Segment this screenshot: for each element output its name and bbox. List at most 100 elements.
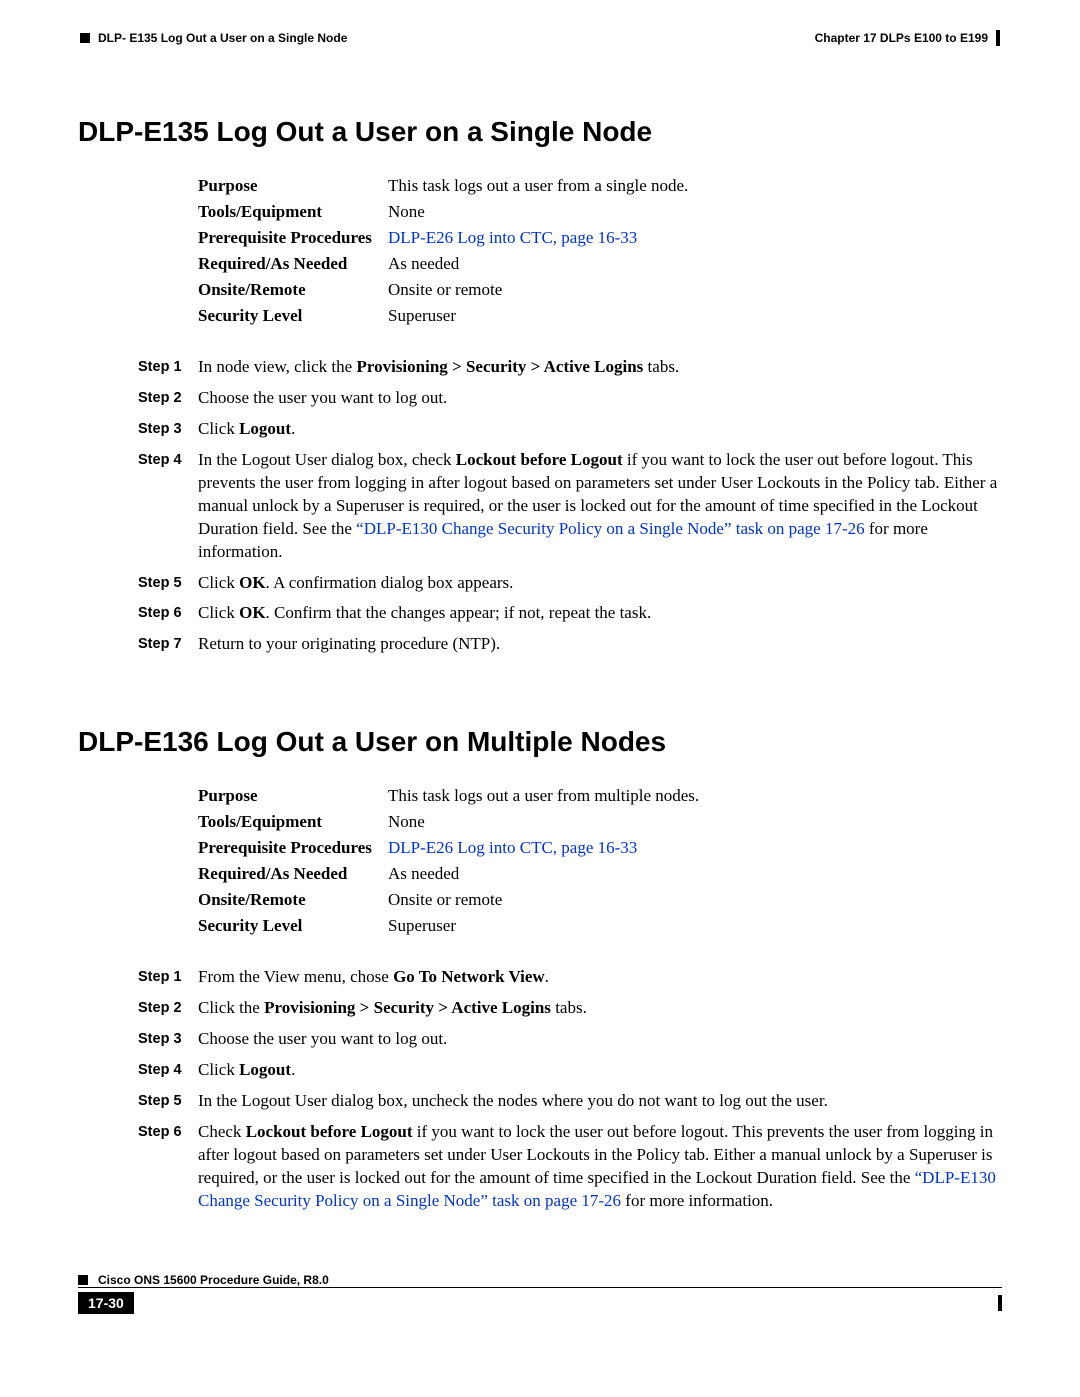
spec-table-e136: Purpose This task logs out a user from m… <box>198 786 1002 936</box>
step-row: Step 6 Check Lockout before Logout if yo… <box>138 1121 1002 1213</box>
step-text: Check <box>198 1122 246 1141</box>
header-right: Chapter 17 DLPs E100 to E199 <box>815 30 1000 46</box>
spec-label: Required/As Needed <box>198 254 388 274</box>
spec-label: Required/As Needed <box>198 864 388 884</box>
step-row: Step 2 Choose the user you want to log o… <box>138 387 1002 410</box>
step-bold: Lockout before Logout <box>456 450 623 469</box>
steps-e135: Step 1 In node view, click the Provision… <box>138 356 1002 656</box>
spec-value: Onsite or remote <box>388 890 1002 910</box>
spec-value: As needed <box>388 254 1002 274</box>
step-row: Step 2 Click the Provisioning > Security… <box>138 997 1002 1020</box>
spec-value: As needed <box>388 864 1002 884</box>
vertical-rule-icon <box>998 1295 1002 1311</box>
step-bold: Provisioning > Security > Active Logins <box>264 998 551 1017</box>
footer-rule <box>78 1287 1002 1288</box>
step-label: Step 5 <box>138 572 198 595</box>
spec-row: Prerequisite Procedures DLP-E26 Log into… <box>198 838 1002 858</box>
spec-row: Tools/Equipment None <box>198 812 1002 832</box>
square-bullet-icon <box>80 33 90 43</box>
step-row: Step 7 Return to your originating proced… <box>138 633 1002 656</box>
step-label: Step 2 <box>138 387 198 410</box>
step-bold: OK <box>239 603 265 622</box>
step-text: Click <box>198 419 239 438</box>
page-number: 17-30 <box>78 1292 134 1314</box>
step-row: Step 1 In node view, click the Provision… <box>138 356 1002 379</box>
step-body: Click OK. Confirm that the changes appea… <box>198 602 1002 625</box>
prereq-link[interactable]: DLP-E26 Log into CTC, page 16-33 <box>388 228 637 247</box>
step-label: Step 4 <box>138 449 198 564</box>
step-bold: Logout <box>239 1060 291 1079</box>
spec-row: Security Level Superuser <box>198 306 1002 326</box>
spec-label: Security Level <box>198 916 388 936</box>
step-row: Step 3 Click Logout. <box>138 418 1002 441</box>
step-row: Step 4 Click Logout. <box>138 1059 1002 1082</box>
step-body: Click the Provisioning > Security > Acti… <box>198 997 1002 1020</box>
step-body: Choose the user you want to log out. <box>198 387 1002 410</box>
step-row: Step 6 Click OK. Confirm that the change… <box>138 602 1002 625</box>
footer-bar: Cisco ONS 15600 Procedure Guide, R8.0 <box>78 1273 1002 1287</box>
step-label: Step 4 <box>138 1059 198 1082</box>
spec-label: Purpose <box>198 786 388 806</box>
step-body: Return to your originating procedure (NT… <box>198 633 1002 656</box>
step-row: Step 5 In the Logout User dialog box, un… <box>138 1090 1002 1113</box>
step-text: From the View menu, chose <box>198 967 393 986</box>
step-bold: Lockout before Logout <box>246 1122 413 1141</box>
step-body: From the View menu, chose Go To Network … <box>198 966 1002 989</box>
step-text: tabs. <box>551 998 587 1017</box>
spec-row: Purpose This task logs out a user from m… <box>198 786 1002 806</box>
step-body: Choose the user you want to log out. <box>198 1028 1002 1051</box>
spec-row: Security Level Superuser <box>198 916 1002 936</box>
spec-value: This task logs out a user from multiple … <box>388 786 1002 806</box>
spec-value: None <box>388 202 1002 222</box>
header-chapter-title: Chapter 17 DLPs E100 to E199 <box>815 31 988 45</box>
step-label: Step 3 <box>138 418 198 441</box>
document-page: DLP- E135 Log Out a User on a Single Nod… <box>0 0 1080 1334</box>
spec-value: This task logs out a user from a single … <box>388 176 1002 196</box>
spec-label: Tools/Equipment <box>198 202 388 222</box>
spec-label: Onsite/Remote <box>198 280 388 300</box>
step-label: Step 1 <box>138 356 198 379</box>
spec-value: Superuser <box>388 916 1002 936</box>
spec-label: Onsite/Remote <box>198 890 388 910</box>
step-text: . A confirmation dialog box appears. <box>266 573 514 592</box>
step-label: Step 6 <box>138 602 198 625</box>
spec-value: DLP-E26 Log into CTC, page 16-33 <box>388 838 1002 858</box>
footer-bar: 17-30 <box>78 1292 1002 1314</box>
step-text: Click <box>198 603 239 622</box>
step-row: Step 5 Click OK. A confirmation dialog b… <box>138 572 1002 595</box>
step-label: Step 6 <box>138 1121 198 1213</box>
step-text: . <box>291 1060 295 1079</box>
section-heading-e135: DLP-E135 Log Out a User on a Single Node <box>78 116 1002 148</box>
step-body: Click Logout. <box>198 418 1002 441</box>
step-text: . <box>291 419 295 438</box>
header-left: DLP- E135 Log Out a User on a Single Nod… <box>80 31 347 45</box>
spec-value: Superuser <box>388 306 1002 326</box>
step-text: for more information. <box>621 1191 773 1210</box>
spec-label: Purpose <box>198 176 388 196</box>
step-row: Step 1 From the View menu, chose Go To N… <box>138 966 1002 989</box>
step-text: In node view, click the <box>198 357 356 376</box>
step-label: Step 2 <box>138 997 198 1020</box>
page-footer: Cisco ONS 15600 Procedure Guide, R8.0 17… <box>78 1273 1002 1314</box>
step-body: Click Logout. <box>198 1059 1002 1082</box>
step-body: Check Lockout before Logout if you want … <box>198 1121 1002 1213</box>
page-header: DLP- E135 Log Out a User on a Single Nod… <box>78 30 1002 46</box>
spec-row: Prerequisite Procedures DLP-E26 Log into… <box>198 228 1002 248</box>
spec-row: Purpose This task logs out a user from a… <box>198 176 1002 196</box>
spec-table-e135: Purpose This task logs out a user from a… <box>198 176 1002 326</box>
step-label: Step 3 <box>138 1028 198 1051</box>
step-bold: Provisioning > Security > Active Logins <box>356 357 643 376</box>
step-label: Step 5 <box>138 1090 198 1113</box>
step-body: In the Logout User dialog box, check Loc… <box>198 449 1002 564</box>
cross-ref-link[interactable]: “DLP-E130 Change Security Policy on a Si… <box>356 519 864 538</box>
spec-row: Onsite/Remote Onsite or remote <box>198 280 1002 300</box>
prereq-link[interactable]: DLP-E26 Log into CTC, page 16-33 <box>388 838 637 857</box>
step-text: . Confirm that the changes appear; if no… <box>266 603 652 622</box>
step-body: In the Logout User dialog box, uncheck t… <box>198 1090 1002 1113</box>
spec-label: Tools/Equipment <box>198 812 388 832</box>
spec-value: None <box>388 812 1002 832</box>
spec-row: Required/As Needed As needed <box>198 254 1002 274</box>
step-bold: OK <box>239 573 265 592</box>
step-text: Click the <box>198 998 264 1017</box>
step-text: In the Logout User dialog box, check <box>198 450 456 469</box>
